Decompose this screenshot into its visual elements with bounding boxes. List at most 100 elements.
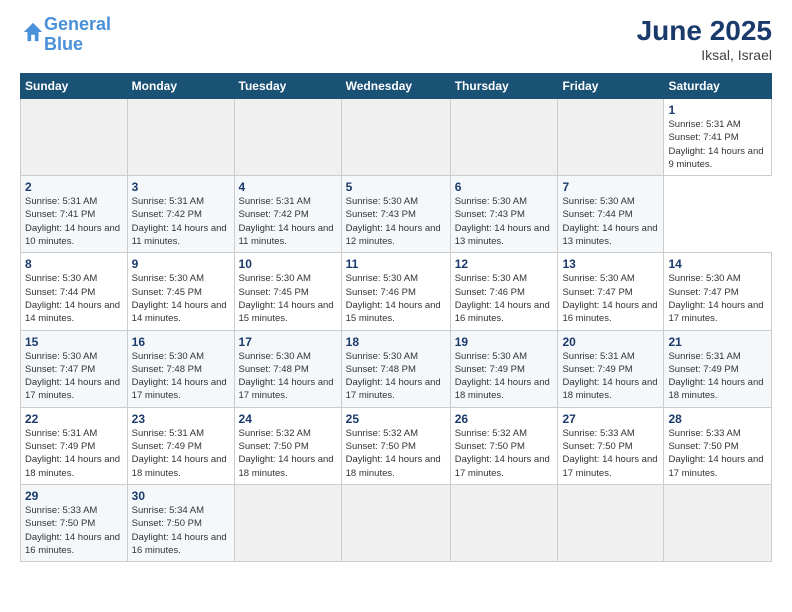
day-header-friday: Friday (558, 74, 664, 99)
day-detail: Sunrise: 5:30 AMSunset: 7:46 PMDaylight:… (455, 272, 554, 325)
day-number: 11 (346, 257, 446, 271)
day-number: 21 (668, 335, 767, 349)
day-detail: Sunrise: 5:30 AMSunset: 7:48 PMDaylight:… (346, 350, 446, 403)
calendar-cell: 3Sunrise: 5:31 AMSunset: 7:42 PMDaylight… (127, 176, 234, 253)
calendar-cell (127, 99, 234, 176)
calendar-cell: 18Sunrise: 5:30 AMSunset: 7:48 PMDayligh… (341, 330, 450, 407)
title-block: June 2025 Iksal, Israel (637, 15, 772, 63)
calendar-week-5: 22Sunrise: 5:31 AMSunset: 7:49 PMDayligh… (21, 407, 772, 484)
calendar-cell (234, 484, 341, 561)
calendar-cell (234, 99, 341, 176)
day-number: 20 (562, 335, 659, 349)
day-header-sunday: Sunday (21, 74, 128, 99)
calendar-cell: 13Sunrise: 5:30 AMSunset: 7:47 PMDayligh… (558, 253, 664, 330)
day-detail: Sunrise: 5:30 AMSunset: 7:48 PMDaylight:… (239, 350, 337, 403)
calendar-cell: 1Sunrise: 5:31 AMSunset: 7:41 PMDaylight… (664, 99, 772, 176)
calendar-header-row: SundayMondayTuesdayWednesdayThursdayFrid… (21, 74, 772, 99)
day-header-wednesday: Wednesday (341, 74, 450, 99)
calendar-cell: 29Sunrise: 5:33 AMSunset: 7:50 PMDayligh… (21, 484, 128, 561)
day-detail: Sunrise: 5:30 AMSunset: 7:48 PMDaylight:… (132, 350, 230, 403)
day-number: 29 (25, 489, 123, 503)
month-title: June 2025 (637, 15, 772, 47)
logo-icon (22, 21, 44, 43)
logo-text: General Blue (44, 15, 111, 55)
day-detail: Sunrise: 5:31 AMSunset: 7:49 PMDaylight:… (668, 350, 767, 403)
calendar-cell (450, 99, 558, 176)
calendar-cell (21, 99, 128, 176)
calendar-cell (450, 484, 558, 561)
calendar-cell: 7Sunrise: 5:30 AMSunset: 7:44 PMDaylight… (558, 176, 664, 253)
calendar-cell: 11Sunrise: 5:30 AMSunset: 7:46 PMDayligh… (341, 253, 450, 330)
header: General Blue June 2025 Iksal, Israel (20, 15, 772, 63)
day-detail: Sunrise: 5:31 AMSunset: 7:42 PMDaylight:… (239, 195, 337, 248)
calendar-cell: 2Sunrise: 5:31 AMSunset: 7:41 PMDaylight… (21, 176, 128, 253)
calendar-week-1: 1Sunrise: 5:31 AMSunset: 7:41 PMDaylight… (21, 99, 772, 176)
calendar-table: SundayMondayTuesdayWednesdayThursdayFrid… (20, 73, 772, 562)
day-number: 14 (668, 257, 767, 271)
calendar-cell: 19Sunrise: 5:30 AMSunset: 7:49 PMDayligh… (450, 330, 558, 407)
day-number: 12 (455, 257, 554, 271)
day-number: 5 (346, 180, 446, 194)
day-detail: Sunrise: 5:31 AMSunset: 7:41 PMDaylight:… (25, 195, 123, 248)
calendar-cell: 9Sunrise: 5:30 AMSunset: 7:45 PMDaylight… (127, 253, 234, 330)
day-detail: Sunrise: 5:34 AMSunset: 7:50 PMDaylight:… (132, 504, 230, 557)
day-number: 10 (239, 257, 337, 271)
calendar-week-6: 29Sunrise: 5:33 AMSunset: 7:50 PMDayligh… (21, 484, 772, 561)
day-detail: Sunrise: 5:30 AMSunset: 7:49 PMDaylight:… (455, 350, 554, 403)
day-number: 3 (132, 180, 230, 194)
logo-line1: General (44, 14, 111, 34)
calendar-cell: 5Sunrise: 5:30 AMSunset: 7:43 PMDaylight… (341, 176, 450, 253)
day-number: 25 (346, 412, 446, 426)
calendar-cell: 14Sunrise: 5:30 AMSunset: 7:47 PMDayligh… (664, 253, 772, 330)
day-detail: Sunrise: 5:32 AMSunset: 7:50 PMDaylight:… (239, 427, 337, 480)
calendar-cell (558, 484, 664, 561)
day-number: 18 (346, 335, 446, 349)
calendar-cell (664, 484, 772, 561)
logo: General Blue (20, 15, 111, 55)
day-number: 30 (132, 489, 230, 503)
day-number: 9 (132, 257, 230, 271)
day-detail: Sunrise: 5:31 AMSunset: 7:41 PMDaylight:… (668, 118, 767, 171)
day-detail: Sunrise: 5:30 AMSunset: 7:47 PMDaylight:… (668, 272, 767, 325)
day-header-monday: Monday (127, 74, 234, 99)
logo-line2: Blue (44, 34, 83, 54)
day-header-tuesday: Tuesday (234, 74, 341, 99)
day-detail: Sunrise: 5:30 AMSunset: 7:47 PMDaylight:… (562, 272, 659, 325)
calendar-cell: 6Sunrise: 5:30 AMSunset: 7:43 PMDaylight… (450, 176, 558, 253)
calendar-cell: 21Sunrise: 5:31 AMSunset: 7:49 PMDayligh… (664, 330, 772, 407)
calendar-cell: 20Sunrise: 5:31 AMSunset: 7:49 PMDayligh… (558, 330, 664, 407)
day-detail: Sunrise: 5:30 AMSunset: 7:46 PMDaylight:… (346, 272, 446, 325)
calendar-cell: 12Sunrise: 5:30 AMSunset: 7:46 PMDayligh… (450, 253, 558, 330)
calendar-cell: 26Sunrise: 5:32 AMSunset: 7:50 PMDayligh… (450, 407, 558, 484)
calendar-cell (558, 99, 664, 176)
day-number: 7 (562, 180, 659, 194)
day-number: 4 (239, 180, 337, 194)
day-detail: Sunrise: 5:30 AMSunset: 7:47 PMDaylight:… (25, 350, 123, 403)
day-number: 19 (455, 335, 554, 349)
calendar-cell: 16Sunrise: 5:30 AMSunset: 7:48 PMDayligh… (127, 330, 234, 407)
calendar-cell: 23Sunrise: 5:31 AMSunset: 7:49 PMDayligh… (127, 407, 234, 484)
day-detail: Sunrise: 5:33 AMSunset: 7:50 PMDaylight:… (668, 427, 767, 480)
day-detail: Sunrise: 5:31 AMSunset: 7:49 PMDaylight:… (562, 350, 659, 403)
day-detail: Sunrise: 5:30 AMSunset: 7:45 PMDaylight:… (132, 272, 230, 325)
calendar-cell: 24Sunrise: 5:32 AMSunset: 7:50 PMDayligh… (234, 407, 341, 484)
calendar-week-2: 2Sunrise: 5:31 AMSunset: 7:41 PMDaylight… (21, 176, 772, 253)
calendar-cell: 25Sunrise: 5:32 AMSunset: 7:50 PMDayligh… (341, 407, 450, 484)
day-number: 2 (25, 180, 123, 194)
day-detail: Sunrise: 5:30 AMSunset: 7:43 PMDaylight:… (346, 195, 446, 248)
day-detail: Sunrise: 5:31 AMSunset: 7:49 PMDaylight:… (132, 427, 230, 480)
calendar-cell: 27Sunrise: 5:33 AMSunset: 7:50 PMDayligh… (558, 407, 664, 484)
day-number: 15 (25, 335, 123, 349)
day-number: 8 (25, 257, 123, 271)
day-header-saturday: Saturday (664, 74, 772, 99)
day-detail: Sunrise: 5:30 AMSunset: 7:45 PMDaylight:… (239, 272, 337, 325)
page: General Blue June 2025 Iksal, Israel Sun… (0, 0, 792, 612)
day-number: 6 (455, 180, 554, 194)
calendar-cell: 28Sunrise: 5:33 AMSunset: 7:50 PMDayligh… (664, 407, 772, 484)
day-number: 16 (132, 335, 230, 349)
calendar-cell: 22Sunrise: 5:31 AMSunset: 7:49 PMDayligh… (21, 407, 128, 484)
calendar-cell: 17Sunrise: 5:30 AMSunset: 7:48 PMDayligh… (234, 330, 341, 407)
calendar-week-4: 15Sunrise: 5:30 AMSunset: 7:47 PMDayligh… (21, 330, 772, 407)
day-header-thursday: Thursday (450, 74, 558, 99)
calendar-cell (341, 484, 450, 561)
